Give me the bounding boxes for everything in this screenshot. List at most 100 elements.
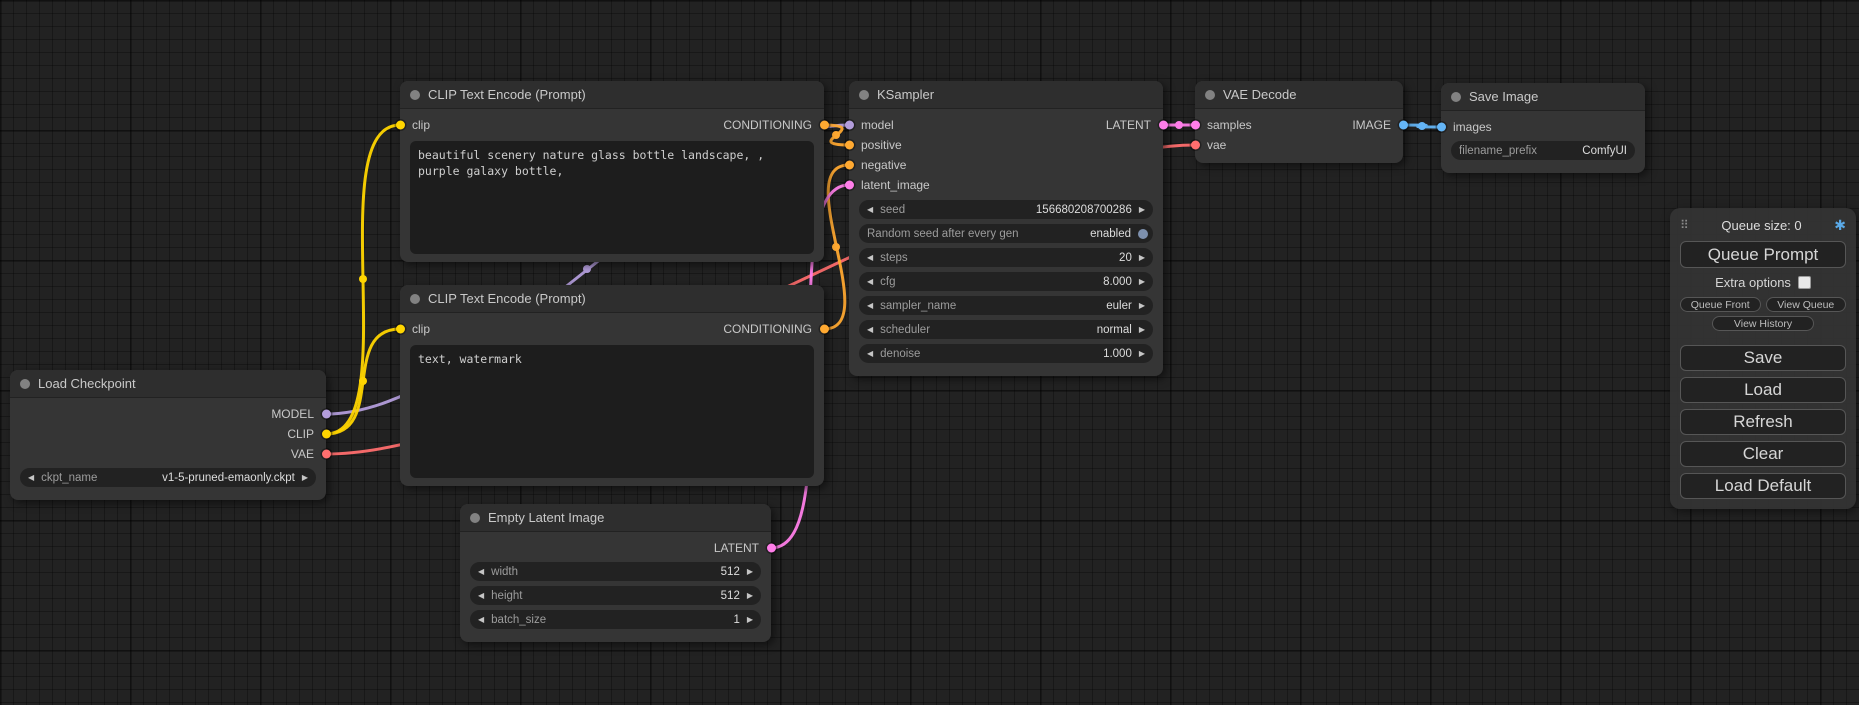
collapse-dot-icon[interactable] — [859, 90, 869, 100]
port-label: MODEL — [271, 407, 314, 421]
port-clip-output[interactable] — [322, 430, 331, 439]
widget-sampler-name[interactable]: ◀ sampler_name euler ▶ — [859, 296, 1153, 315]
port-label: LATENT — [1106, 118, 1151, 132]
increment-arrow-icon[interactable]: ▶ — [747, 616, 753, 624]
node-save-image[interactable]: Save Image images filename_prefix ComfyU… — [1441, 83, 1645, 173]
increment-arrow-icon[interactable]: ▶ — [747, 568, 753, 576]
port-latent-image-input[interactable] — [845, 181, 854, 190]
prompt-textarea[interactable]: text, watermark — [410, 345, 814, 478]
refresh-button[interactable]: Refresh — [1680, 409, 1846, 435]
node-titlebar[interactable]: Save Image — [1441, 83, 1645, 111]
increment-arrow-icon[interactable]: ▶ — [747, 592, 753, 600]
node-vae-decode[interactable]: VAE Decode samples IMAGE vae — [1195, 81, 1403, 163]
port-vae-output[interactable] — [322, 450, 331, 459]
increment-arrow-icon[interactable]: ▶ — [1139, 326, 1145, 334]
node-clip-text-encode-positive[interactable]: CLIP Text Encode (Prompt) clip CONDITION… — [400, 81, 824, 262]
increment-arrow-icon[interactable]: ▶ — [1139, 206, 1145, 214]
port-latent-output[interactable] — [1159, 121, 1168, 130]
settings-icon[interactable]: ✱ — [1834, 217, 1846, 234]
port-clip-input[interactable] — [396, 325, 405, 334]
node-titlebar[interactable]: KSampler — [849, 81, 1163, 109]
collapse-dot-icon[interactable] — [1451, 92, 1461, 102]
port-latent-output[interactable] — [767, 544, 776, 553]
collapse-dot-icon[interactable] — [20, 379, 30, 389]
node-ksampler[interactable]: KSampler model LATENT positive negative … — [849, 81, 1163, 376]
port-row: clip CONDITIONING — [400, 115, 824, 135]
extra-options-label: Extra options — [1715, 275, 1791, 290]
wire-midpoint-dot — [832, 243, 840, 251]
increment-arrow-icon[interactable]: ▶ — [1139, 278, 1145, 286]
decrement-arrow-icon[interactable]: ◀ — [28, 474, 34, 482]
widget-value: ComfyUI — [1582, 145, 1627, 157]
queue-prompt-button[interactable]: Queue Prompt — [1680, 241, 1846, 268]
decrement-arrow-icon[interactable]: ◀ — [867, 326, 873, 334]
node-titlebar[interactable]: Empty Latent Image — [460, 504, 771, 532]
widget-steps[interactable]: ◀ steps 20 ▶ — [859, 248, 1153, 267]
node-titlebar[interactable]: Load Checkpoint — [10, 370, 326, 398]
widget-random-seed-toggle[interactable]: Random seed after every gen enabled — [859, 224, 1153, 243]
port-conditioning-output[interactable] — [820, 325, 829, 334]
node-titlebar[interactable]: CLIP Text Encode (Prompt) — [400, 81, 824, 109]
node-load-checkpoint[interactable]: Load Checkpoint MODEL CLIP VAE ◀ ckpt_na… — [10, 370, 326, 500]
increment-arrow-icon[interactable]: ▶ — [302, 474, 308, 482]
port-samples-input[interactable] — [1191, 121, 1200, 130]
decrement-arrow-icon[interactable]: ◀ — [478, 592, 484, 600]
widget-label: seed — [880, 204, 905, 216]
increment-arrow-icon[interactable]: ▶ — [1139, 350, 1145, 358]
view-queue-button[interactable]: View Queue — [1766, 297, 1847, 312]
collapse-dot-icon[interactable] — [410, 294, 420, 304]
decrement-arrow-icon[interactable]: ◀ — [478, 568, 484, 576]
port-model-output[interactable] — [322, 410, 331, 419]
widget-cfg[interactable]: ◀ cfg 8.000 ▶ — [859, 272, 1153, 291]
port-model-input[interactable] — [845, 121, 854, 130]
widget-width[interactable]: ◀ width 512 ▶ — [470, 562, 761, 581]
view-history-button[interactable]: View History — [1712, 316, 1815, 331]
collapse-dot-icon[interactable] — [1205, 90, 1215, 100]
widget-scheduler[interactable]: ◀ scheduler normal ▶ — [859, 320, 1153, 339]
decrement-arrow-icon[interactable]: ◀ — [867, 350, 873, 358]
save-button[interactable]: Save — [1680, 345, 1846, 371]
decrement-arrow-icon[interactable]: ◀ — [867, 206, 873, 214]
port-label: latent_image — [861, 178, 930, 192]
port-image-output[interactable] — [1399, 121, 1408, 130]
clear-button[interactable]: Clear — [1680, 441, 1846, 467]
node-clip-text-encode-negative[interactable]: CLIP Text Encode (Prompt) clip CONDITION… — [400, 285, 824, 486]
node-empty-latent-image[interactable]: Empty Latent Image LATENT ◀ width 512 ▶ … — [460, 504, 771, 642]
extra-options-checkbox[interactable] — [1798, 276, 1811, 289]
widget-label: cfg — [880, 276, 895, 288]
increment-arrow-icon[interactable]: ▶ — [1139, 254, 1145, 262]
collapse-dot-icon[interactable] — [410, 90, 420, 100]
queue-front-button[interactable]: Queue Front — [1680, 297, 1761, 312]
port-negative-input[interactable] — [845, 161, 854, 170]
increment-arrow-icon[interactable]: ▶ — [1139, 302, 1145, 310]
decrement-arrow-icon[interactable]: ◀ — [867, 278, 873, 286]
prompt-textarea[interactable]: beautiful scenery nature glass bottle la… — [410, 141, 814, 254]
collapse-dot-icon[interactable] — [470, 513, 480, 523]
node-titlebar[interactable]: CLIP Text Encode (Prompt) — [400, 285, 824, 313]
decrement-arrow-icon[interactable]: ◀ — [867, 302, 873, 310]
port-vae-input[interactable] — [1191, 141, 1200, 150]
widget-denoise[interactable]: ◀ denoise 1.000 ▶ — [859, 344, 1153, 363]
widget-height[interactable]: ◀ height 512 ▶ — [470, 586, 761, 605]
decrement-arrow-icon[interactable]: ◀ — [867, 254, 873, 262]
load-button[interactable]: Load — [1680, 377, 1846, 403]
node-title: Empty Latent Image — [488, 510, 604, 525]
toggle-dot-icon[interactable] — [1138, 229, 1148, 239]
widget-batch-size[interactable]: ◀ batch_size 1 ▶ — [470, 610, 761, 629]
port-label: CLIP — [287, 427, 314, 441]
port-row: MODEL — [10, 404, 326, 424]
port-conditioning-output[interactable] — [820, 121, 829, 130]
widget-ckpt-name[interactable]: ◀ ckpt_name v1-5-pruned-emaonly.ckpt ▶ — [20, 468, 316, 487]
node-titlebar[interactable]: VAE Decode — [1195, 81, 1403, 109]
drag-handle-icon[interactable]: ⠿ — [1680, 218, 1689, 232]
load-default-button[interactable]: Load Default — [1680, 473, 1846, 499]
widget-filename-prefix[interactable]: filename_prefix ComfyUI — [1451, 141, 1635, 160]
port-label: CONDITIONING — [723, 322, 812, 336]
node-title: CLIP Text Encode (Prompt) — [428, 87, 586, 102]
widget-seed[interactable]: ◀ seed 156680208700286 ▶ — [859, 200, 1153, 219]
port-label: positive — [861, 138, 902, 152]
port-images-input[interactable] — [1437, 123, 1446, 132]
port-positive-input[interactable] — [845, 141, 854, 150]
port-clip-input[interactable] — [396, 121, 405, 130]
decrement-arrow-icon[interactable]: ◀ — [478, 616, 484, 624]
